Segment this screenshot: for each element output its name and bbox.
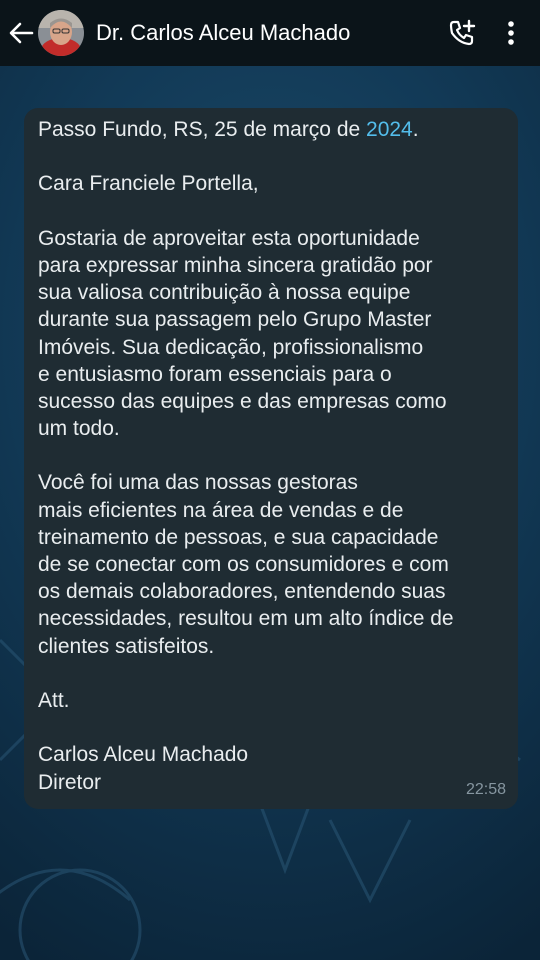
paragraph2-line: mais eficientes na área de vendas e de <box>38 498 404 522</box>
paragraph2-line: de se conectar com os consumidores e com <box>38 553 449 576</box>
paragraph2-line: necessidades, resultou em um alto índice… <box>38 607 454 631</box>
paragraph1-line: sua valiosa contribuição à nossa equipe <box>38 281 411 305</box>
back-button[interactable] <box>4 0 38 66</box>
date-period: . <box>412 118 419 141</box>
message-time: 22:58 <box>465 780 506 798</box>
paragraph1-line: um todo. <box>38 417 120 441</box>
paragraph2-line: Você foi uma das nossas gestoras <box>38 471 358 495</box>
message-closing: Att. <box>38 688 70 712</box>
more-vertical-icon <box>508 21 514 45</box>
avatar-photo <box>38 10 84 56</box>
contact-avatar[interactable] <box>38 10 84 56</box>
message-date-line: Passo Fundo, RS, 25 de março de 2024. <box>38 116 502 143</box>
paragraph2-line: os demais colaboradores, entendendo suas <box>38 580 446 604</box>
paragraph1-line: Gostaria de aproveitar esta oportunidade <box>38 226 420 250</box>
date-text: Passo Fundo, RS, 25 de março de <box>38 118 367 141</box>
message-greeting: Cara Franciele Portella, <box>38 172 259 196</box>
contact-name[interactable]: Dr. Carlos Alceu Machado <box>96 20 442 46</box>
signature-name: Carlos Alceu Machado <box>38 743 249 767</box>
arrow-left-icon <box>9 22 34 44</box>
paragraph1-line: Imóveis. Sua dedicação, profissionalismo <box>38 335 424 359</box>
chat-header: Dr. Carlos Alceu Machado <box>0 0 540 66</box>
phone-plus-icon <box>449 19 476 46</box>
paragraph1-line: para expressar minha sincera gratidão po… <box>38 253 433 277</box>
paragraph2-line: treinamento de pessoas, e sua capacidade <box>38 525 439 549</box>
add-call-button[interactable] <box>442 13 482 53</box>
paragraph1-line: e entusiasmo foram essenciais para o <box>38 362 392 386</box>
paragraph2-line: clientes satisfeitos. <box>38 634 215 658</box>
message-bubble[interactable]: Passo Fundo, RS, 25 de março de 2024. Ca… <box>24 108 518 809</box>
year-link[interactable]: 2024 <box>366 118 413 141</box>
signature-title: Diretor <box>38 770 102 794</box>
paragraph1-line: sucesso das equipes e das empresas como <box>38 389 447 413</box>
more-options-button[interactable] <box>496 13 526 53</box>
paragraph1-line: durante sua passagem pelo Grupo Master <box>38 308 432 332</box>
